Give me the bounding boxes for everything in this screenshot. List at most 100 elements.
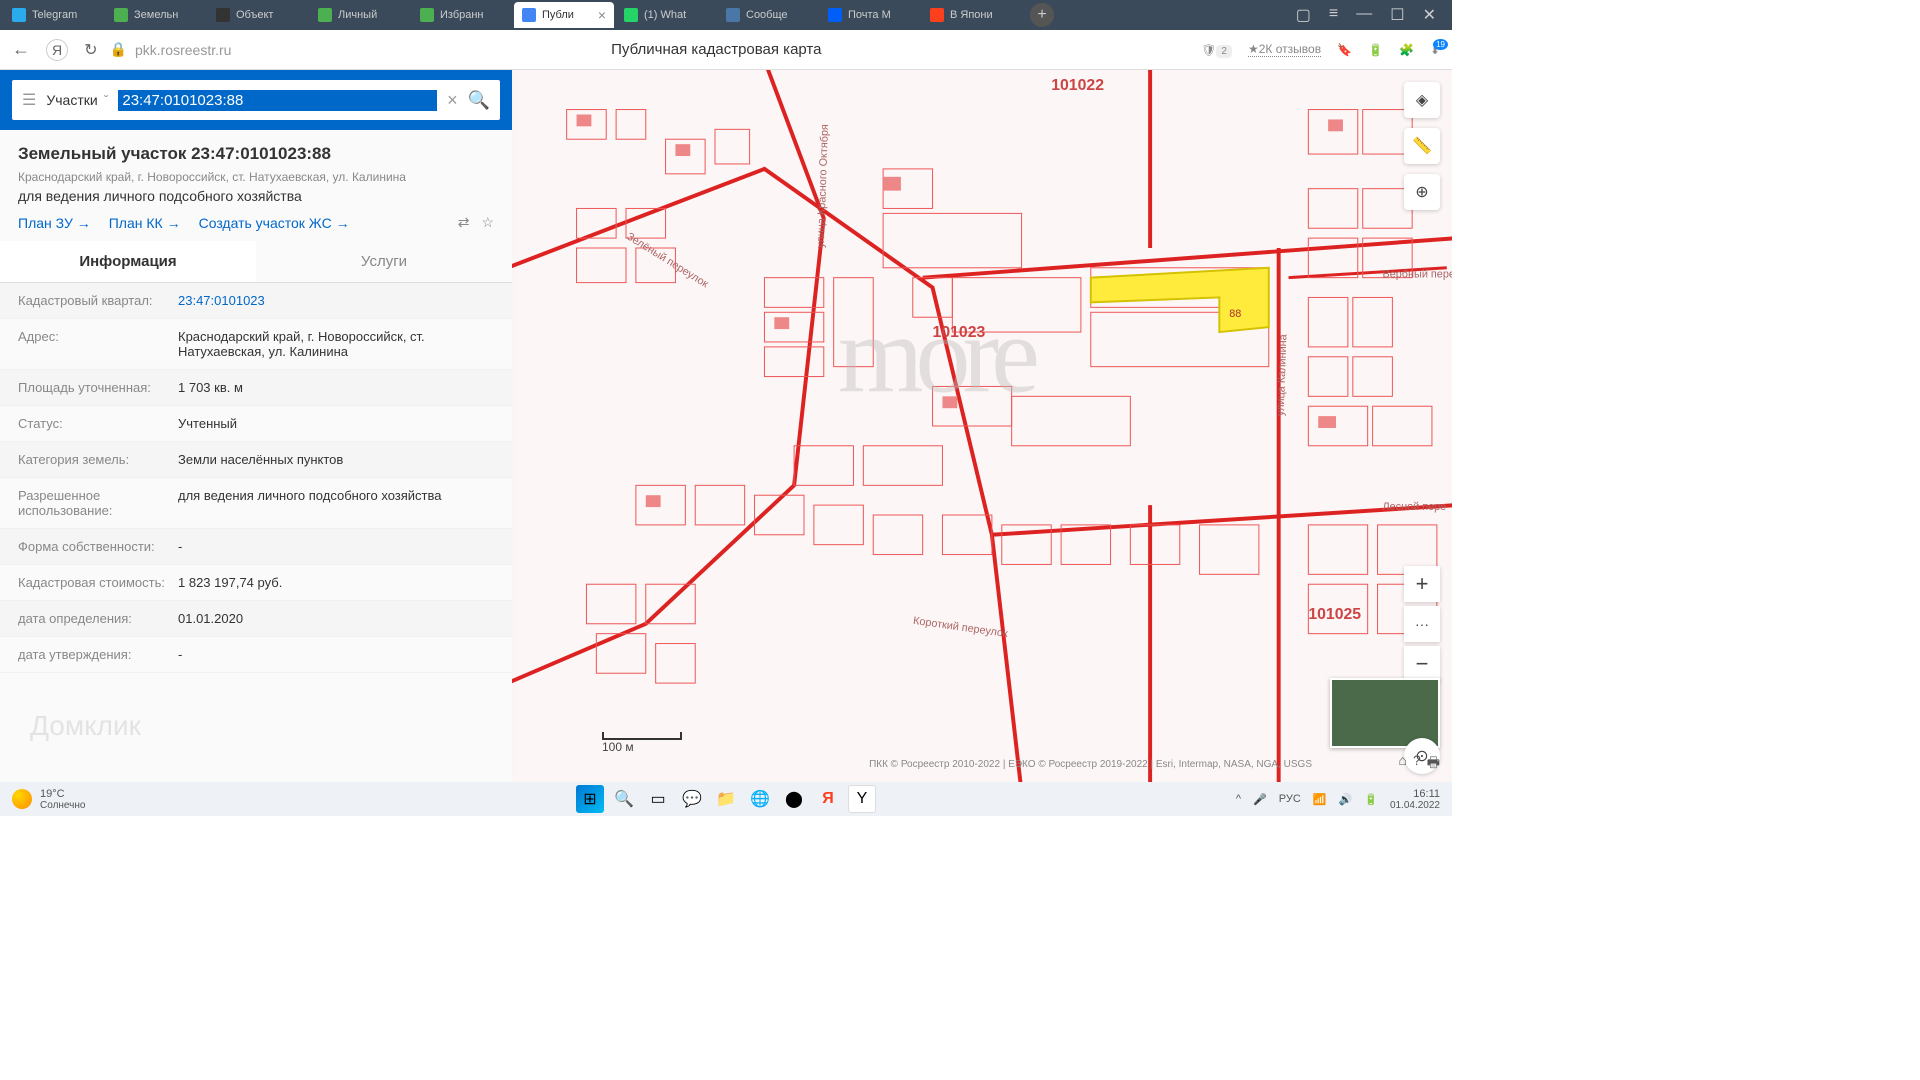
map-attribution: ПКК © Росреестр 2010-2022 | ЕЭКО © Росре… — [869, 759, 1312, 770]
parcel-header: Земельный участок 23:47:0101023:88 Красн… — [0, 130, 512, 241]
ruler-button[interactable]: 📏 — [1404, 128, 1440, 164]
info-value: - — [178, 647, 494, 662]
tab-services[interactable]: Услуги — [256, 241, 512, 282]
info-tabs: Информация Услуги — [0, 241, 512, 283]
plan-zu-link[interactable]: План ЗУ → — [18, 215, 91, 231]
info-row: Разрешенное использование:для ведения ли… — [0, 478, 512, 529]
tab-personal[interactable]: Личный — [310, 2, 410, 28]
hamburger-icon[interactable]: ☰ — [22, 90, 36, 110]
browser-tabs: Telegram Земельн Объект Личный Избранн П… — [0, 0, 1452, 30]
tab-japan[interactable]: В Япони — [922, 2, 1022, 28]
back-icon[interactable]: ← — [12, 39, 30, 60]
battery-tray-icon[interactable]: 🔋 — [1364, 793, 1378, 806]
help-icon[interactable]: ? — [1413, 752, 1421, 776]
close-window-icon[interactable]: ✕ — [1423, 5, 1436, 25]
language-indicator[interactable]: РУС — [1279, 793, 1301, 805]
download-icon[interactable]: ⬇19 — [1430, 43, 1440, 57]
info-label: дата определения: — [18, 611, 178, 626]
search-input[interactable] — [118, 90, 437, 111]
search-type-dropdown[interactable]: Участки ˇ — [46, 92, 108, 108]
tab-land[interactable]: Земельн — [106, 2, 206, 28]
info-row: дата утверждения:- — [0, 637, 512, 673]
layers-button[interactable]: ◈ — [1404, 82, 1440, 118]
tab-mail[interactable]: Почта М — [820, 2, 920, 28]
compare-icon[interactable]: ⇄ — [458, 214, 470, 231]
weather-widget[interactable]: 19°C Солнечно — [12, 788, 85, 811]
create-parcel-link[interactable]: Создать участок ЖС → — [199, 215, 350, 231]
search-panel: ☰ Участки ˇ × 🔍 ‹ — [0, 70, 512, 130]
edge-icon[interactable]: 🌐 — [746, 785, 774, 813]
home-icon[interactable]: ⌂ — [1399, 752, 1407, 776]
info-label: Форма собственности: — [18, 539, 178, 554]
battery-icon: 🔋 — [1368, 43, 1383, 57]
info-row: Статус:Учтенный — [0, 406, 512, 442]
tab-vk[interactable]: Сообще — [718, 2, 818, 28]
tab-telegram[interactable]: Telegram — [4, 2, 104, 28]
zoom-out-button[interactable]: − — [1404, 646, 1440, 682]
tab-pkk[interactable]: Публи× — [514, 2, 614, 28]
star-icon[interactable]: ☆ — [481, 214, 494, 231]
tab-whatsapp[interactable]: (1) What — [616, 2, 716, 28]
plan-kk-link[interactable]: План КК → — [109, 215, 181, 231]
url-text[interactable]: pkk.rosreestr.ru — [135, 42, 231, 58]
svg-text:101023: 101023 — [933, 324, 986, 341]
chat-icon[interactable]: 💬 — [678, 785, 706, 813]
mic-icon[interactable]: 🎤 — [1253, 793, 1267, 806]
chevron-down-icon: ˇ — [104, 92, 109, 108]
page-title: Публичная кадастровая карта — [243, 41, 1189, 58]
maximize-icon[interactable]: ☐ — [1390, 5, 1404, 25]
zoom-in-button[interactable]: + — [1404, 566, 1440, 602]
tab-favorite[interactable]: Избранн — [412, 2, 512, 28]
shield-icon[interactable]: 🛡2 — [1201, 43, 1232, 57]
info-row: Кадастровый квартал:23:47:0101023 — [0, 283, 512, 319]
svg-text:101022: 101022 — [1051, 77, 1104, 94]
explorer-icon[interactable]: 📁 — [712, 785, 740, 813]
reviews-link[interactable]: ★2К отзывов — [1248, 42, 1321, 57]
volume-icon[interactable]: 🔊 — [1339, 793, 1353, 806]
print-icon[interactable]: 🖶 — [1427, 752, 1440, 776]
info-label: Кадастровый квартал: — [18, 293, 178, 308]
minimize-icon[interactable]: — — [1356, 5, 1372, 25]
info-label: Площадь уточненная: — [18, 380, 178, 395]
info-value: Учтенный — [178, 416, 494, 431]
taskview-icon[interactable]: ▭ — [644, 785, 672, 813]
info-label: Кадастровая стоимость: — [18, 575, 178, 590]
bookmark-icon[interactable]: 🔖 — [1337, 43, 1352, 57]
tab-information[interactable]: Информация — [0, 241, 256, 282]
wifi-icon[interactable]: 📶 — [1313, 793, 1327, 806]
tab-object[interactable]: Объект — [208, 2, 308, 28]
new-tab-button[interactable]: + — [1030, 3, 1054, 27]
search-taskbar-icon[interactable]: 🔍 — [610, 785, 638, 813]
zoom-fit-button[interactable]: ··· — [1404, 606, 1440, 642]
clear-icon[interactable]: × — [447, 90, 458, 111]
yandex-icon[interactable]: Я — [814, 785, 842, 813]
tray-chevron-icon[interactable]: ^ — [1236, 793, 1241, 805]
info-value: 01.01.2020 — [178, 611, 494, 626]
info-value: для ведения личного подсобного хозяйства — [178, 488, 494, 518]
info-label: Адрес: — [18, 329, 178, 359]
clock[interactable]: 16:11 01.04.2022 — [1390, 788, 1440, 811]
info-row: Адрес:Краснодарский край, г. Новороссийс… — [0, 319, 512, 370]
cadastral-map[interactable]: 88 101022 101023 101025 Зелёный переулок… — [512, 70, 1452, 782]
search-icon[interactable]: 🔍 — [468, 90, 490, 111]
yandex-icon[interactable]: Я — [46, 39, 68, 61]
parcel-use: для ведения личного подсобного хозяйства — [18, 188, 494, 204]
close-icon[interactable]: × — [598, 7, 606, 23]
yandex-browser-icon[interactable]: Y — [848, 785, 876, 813]
taskbar: 19°C Солнечно ⊞ 🔍 ▭ 💬 📁 🌐 ⬤ Я Y ^ 🎤 РУС … — [0, 782, 1452, 816]
info-value: Земли населённых пунктов — [178, 452, 494, 467]
info-row: Форма собственности:- — [0, 529, 512, 565]
sidebar-toggle-icon[interactable]: ▢ — [1296, 5, 1311, 25]
start-button[interactable]: ⊞ — [576, 785, 604, 813]
reload-icon[interactable]: ↻ — [84, 40, 97, 60]
info-value[interactable]: 23:47:0101023 — [178, 293, 494, 308]
extensions-icon[interactable]: 🧩 — [1399, 43, 1414, 57]
info-label: Статус: — [18, 416, 178, 431]
url-bar: ← Я ↻ 🔒 pkk.rosreestr.ru Публичная кадас… — [0, 30, 1452, 70]
chrome-icon[interactable]: ⬤ — [780, 785, 808, 813]
info-value: 1 823 197,74 руб. — [178, 575, 494, 590]
sidebar: ☰ Участки ˇ × 🔍 ‹ Земельный участок 23:4… — [0, 70, 512, 782]
locate-button[interactable]: ⊕ — [1404, 174, 1440, 210]
svg-text:Вербный переулок: Вербный переулок — [1383, 269, 1453, 281]
menu-icon[interactable]: ≡ — [1329, 5, 1338, 25]
